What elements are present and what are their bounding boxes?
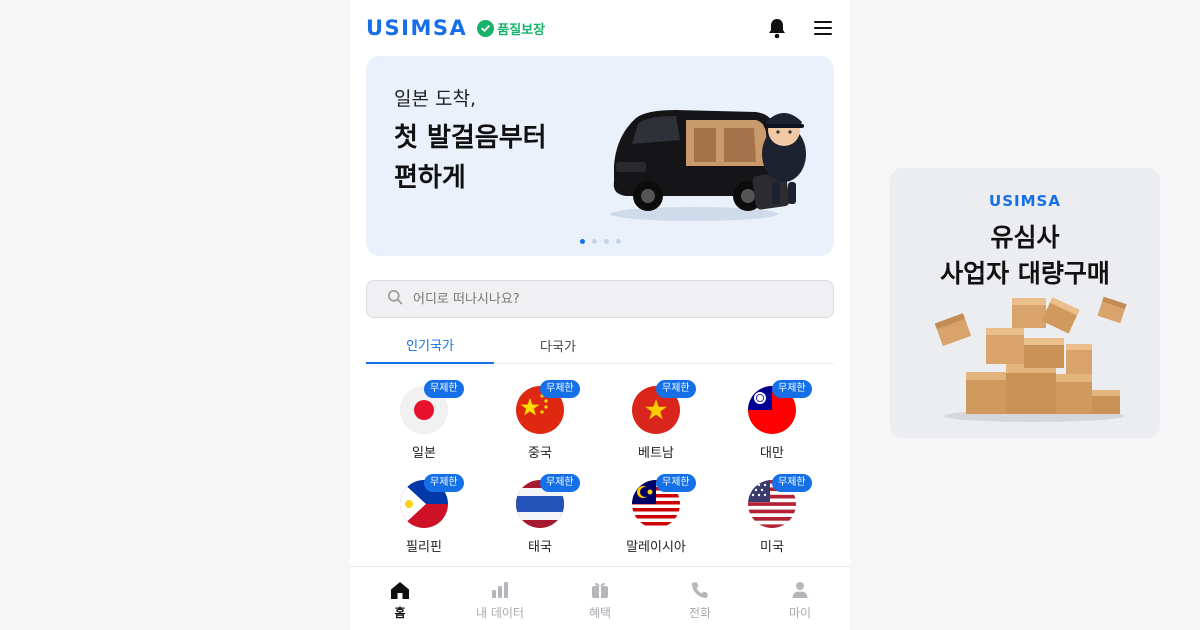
nav-label: 마이 — [788, 606, 812, 620]
banner-title: 첫 발걸음부터 편하게 — [394, 118, 547, 198]
hamburger-menu-icon[interactable] — [812, 17, 834, 39]
app-header: USIMSA 품질보장 — [366, 10, 834, 46]
nav-item-phone[interactable]: 전화 — [650, 567, 750, 630]
country-name: 미국 — [760, 540, 784, 555]
tab-multi-country[interactable]: 다국가 — [494, 328, 622, 363]
ad-title-line2: 사업자 대량구매 — [940, 259, 1110, 288]
unlimited-badge: 무제한 — [424, 380, 464, 398]
nav-item-my[interactable]: 마이 — [750, 567, 850, 630]
country-name: 태국 — [528, 540, 552, 555]
quality-guarantee-badge[interactable]: 품질보장 — [477, 19, 545, 38]
gift-icon — [590, 580, 610, 600]
nav-label: 전화 — [688, 606, 712, 620]
phone-icon — [690, 580, 710, 600]
nav-label: 내 데이터 — [476, 606, 524, 620]
mobile-app-frame: USIMSA 품질보장 일본 도착, 첫 발걸음부터 편하게 어디로 떠나시나요… — [350, 0, 850, 630]
country-grid: 무제한 일본 무제한 중국 무제한 베트남 무제한 대만 무제한 필리핀 무제한… — [366, 380, 834, 560]
nav-label: 홈 — [394, 606, 406, 620]
destination-search-bar[interactable] — [366, 280, 834, 318]
nav-item-my-data[interactable]: 내 데이터 — [450, 567, 550, 630]
unlimited-badge: 무제한 — [656, 474, 696, 492]
nav-item-benefits[interactable]: 혜택 — [550, 567, 650, 630]
country-item-taiwan[interactable]: 무제한 대만 — [714, 380, 830, 466]
carousel-dot[interactable] — [579, 239, 585, 244]
taxi-chauffeur-illustration — [610, 110, 806, 221]
search-input[interactable] — [413, 291, 793, 307]
country-item-philippines[interactable]: 무제한 필리핀 — [366, 474, 482, 560]
country-item-vietnam[interactable]: 무제한 베트남 — [598, 380, 714, 466]
carousel-dot[interactable] — [591, 239, 597, 244]
country-name: 일본 — [412, 446, 436, 461]
country-name: 베트남 — [638, 446, 674, 461]
unlimited-badge: 무제한 — [540, 474, 580, 492]
unlimited-badge: 무제한 — [772, 474, 812, 492]
unlimited-badge: 무제한 — [772, 380, 812, 398]
ad-title: 유심사 사업자 대량구매 — [890, 220, 1160, 292]
country-name: 말레이시아 — [626, 540, 686, 555]
bottom-navigation: 홈 내 데이터 혜택 전화 마이 — [350, 566, 850, 630]
country-item-malaysia[interactable]: 무제한 말레이시아 — [598, 474, 714, 560]
country-item-japan[interactable]: 무제한 일본 — [366, 380, 482, 466]
check-badge-icon — [477, 19, 495, 37]
usimsa-logo[interactable]: USIMSA — [366, 16, 467, 40]
country-name: 중국 — [528, 446, 552, 461]
country-item-usa[interactable]: 무제한 미국 — [714, 474, 830, 560]
bulk-purchase-ad[interactable]: USIMSA 유심사 사업자 대량구매 — [890, 168, 1160, 438]
carousel-dot[interactable] — [615, 239, 621, 244]
bell-icon[interactable] — [766, 17, 788, 39]
unlimited-badge: 무제한 — [540, 380, 580, 398]
home-icon — [390, 580, 410, 600]
promo-banner[interactable]: 일본 도착, 첫 발걸음부터 편하게 — [366, 56, 834, 256]
carousel-dot[interactable] — [603, 239, 609, 244]
quality-guarantee-label: 품질보장 — [497, 22, 546, 38]
country-tabs: 인기국가 다국가 — [366, 328, 834, 364]
unlimited-badge: 무제한 — [656, 380, 696, 398]
nav-label: 혜택 — [588, 606, 612, 620]
search-icon — [387, 289, 403, 309]
country-name: 필리핀 — [406, 540, 442, 555]
country-item-china[interactable]: 무제한 중국 — [482, 380, 598, 466]
person-icon — [790, 580, 810, 600]
carousel-dots — [366, 239, 834, 244]
cardboard-boxes-illustration — [934, 296, 1127, 422]
tab-popular-countries[interactable]: 인기국가 — [366, 328, 494, 364]
country-item-thailand[interactable]: 무제한 태국 — [482, 474, 598, 560]
nav-item-home[interactable]: 홈 — [350, 567, 450, 630]
bar-chart-icon — [490, 580, 510, 600]
banner-title-line1: 첫 발걸음부터 — [394, 123, 547, 153]
ad-logo: USIMSA — [989, 192, 1061, 210]
banner-subtitle: 일본 도착, — [394, 88, 476, 110]
country-name: 대만 — [760, 446, 784, 461]
banner-title-line2: 편하게 — [394, 163, 466, 193]
unlimited-badge: 무제한 — [424, 474, 464, 492]
ad-title-line1: 유심사 — [990, 223, 1060, 252]
